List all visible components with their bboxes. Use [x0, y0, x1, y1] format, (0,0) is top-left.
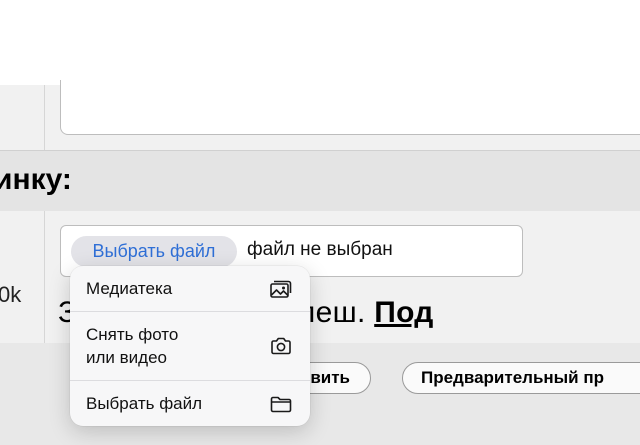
section-header [0, 150, 640, 212]
form-row-label-cell [0, 85, 45, 150]
menu-item-label: Снять фото или видео [86, 323, 178, 369]
size-label: 0k [0, 282, 22, 307]
message-textarea[interactable] [60, 80, 640, 135]
menu-item-take-photo[interactable]: Снять фото или видео [70, 312, 310, 380]
camera-icon [269, 335, 293, 357]
section-title: инку: [0, 163, 72, 196]
upload-hint-link[interactable]: Под [374, 296, 433, 329]
menu-item-photo-library[interactable]: Медиатека [70, 266, 310, 311]
folder-icon [269, 393, 293, 415]
no-file-chosen-text: файл не выбран [247, 239, 393, 260]
preview-button[interactable]: Предварительный пр [402, 362, 640, 394]
menu-item-label: Выбрать файл [86, 394, 203, 413]
choose-file-button[interactable]: Выбрать файл [71, 236, 237, 267]
menu-item-choose-file[interactable]: Выбрать файл [70, 381, 310, 426]
column-divider [44, 211, 45, 343]
file-source-menu: Медиатека Снять фото или видео Выбрать фа… [70, 266, 310, 426]
menu-item-label-line1: Снять фото [86, 325, 179, 344]
menu-item-label-line2: или видео [86, 348, 167, 367]
menu-item-label: Медиатека [86, 279, 173, 298]
photo-library-icon [269, 278, 293, 300]
